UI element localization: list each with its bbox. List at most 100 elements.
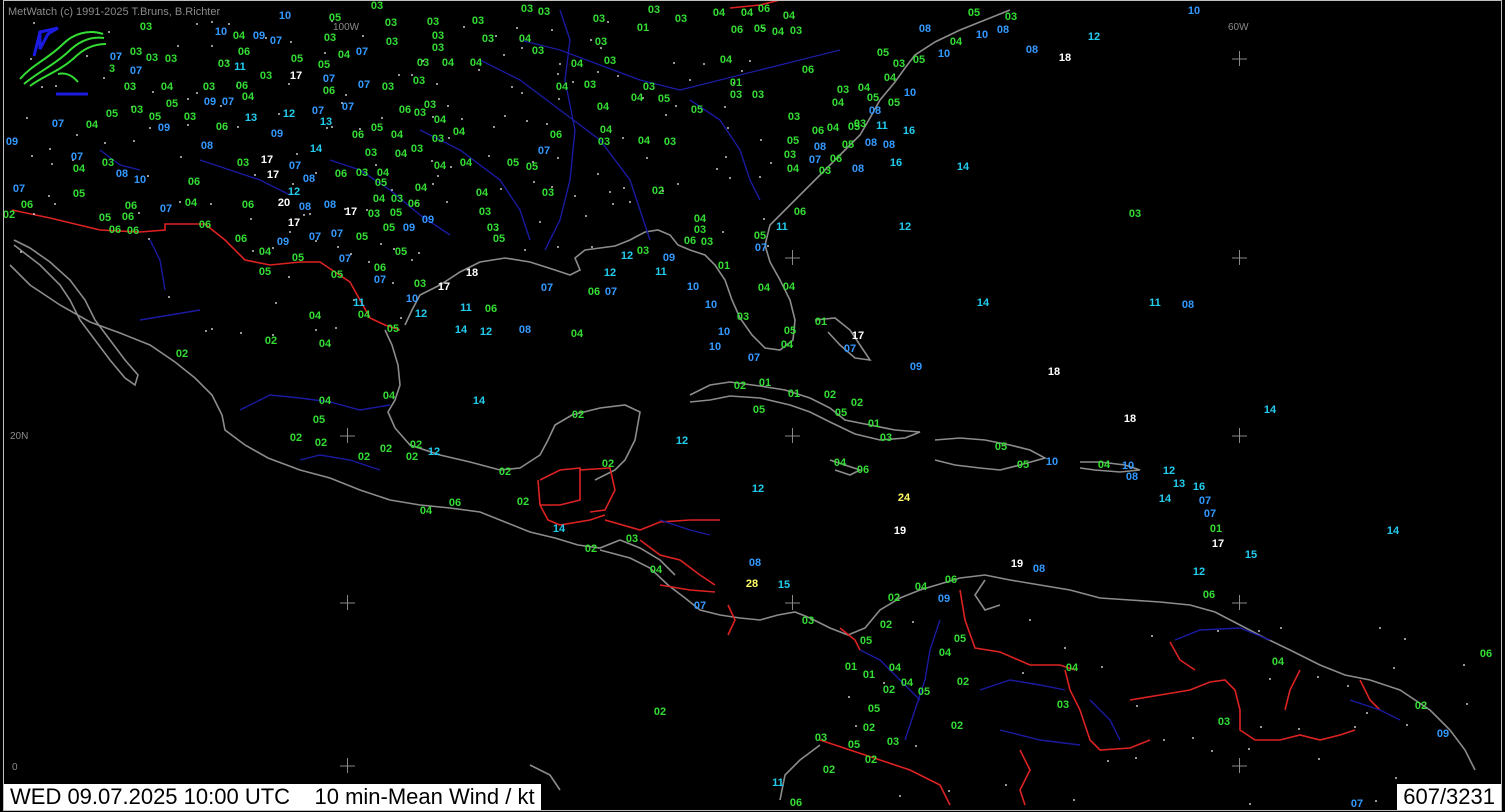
wind-value: 3: [109, 63, 115, 75]
wind-value: 12: [283, 108, 295, 120]
wind-value: 10: [687, 281, 699, 293]
wind-value: 03: [893, 58, 905, 70]
wind-value: 06: [335, 168, 347, 180]
wind-value: 04: [631, 92, 644, 104]
wind-value: 02: [602, 458, 614, 470]
station-dot: [597, 173, 599, 175]
wind-value: 03: [356, 167, 368, 179]
wind-value: 04: [1272, 656, 1285, 668]
wind-value: 03: [385, 17, 397, 29]
station-dot: [168, 296, 170, 298]
wind-value: 02: [865, 754, 877, 766]
wind-value: 08: [883, 139, 895, 151]
wind-value: 05: [166, 98, 178, 110]
rivers-states: [99, 9, 1401, 746]
station-dot: [362, 35, 364, 37]
station-dot: [51, 163, 53, 165]
wind-value: 05: [371, 122, 383, 134]
station-dot: [665, 114, 667, 116]
wind-value: 04: [889, 662, 902, 674]
station-dot: [1395, 777, 1397, 779]
wind-value: 03: [432, 42, 444, 54]
wind-value: 03: [411, 143, 423, 155]
station-dot: [557, 157, 559, 159]
wind-value: 05: [754, 230, 766, 242]
wind-value: 12: [604, 267, 616, 279]
wind-value: 03: [521, 3, 533, 15]
wind-value: 03: [432, 133, 444, 145]
wind-value: 07: [358, 79, 370, 91]
wind-value: 03: [701, 236, 713, 248]
wind-value: 04: [434, 160, 447, 172]
wind-value: 17: [852, 330, 864, 342]
wind-value: 19: [1011, 558, 1023, 570]
wind-value: 12: [1163, 465, 1175, 477]
wind-value: 06: [684, 235, 696, 247]
wind-value: 04: [185, 197, 198, 209]
wind-value: 09: [271, 128, 283, 140]
wind-value: 03: [102, 157, 114, 169]
wind-value: 02: [652, 185, 664, 197]
wind-value: 05: [318, 59, 330, 71]
station-dot: [205, 330, 207, 332]
wind-value: 01: [637, 22, 649, 34]
wind-value: 01: [845, 661, 857, 673]
station-dot: [1393, 667, 1395, 669]
wind-value: 02: [380, 443, 392, 455]
wind-value: 10: [976, 29, 988, 41]
station-dot: [432, 183, 434, 185]
wind-value: 07: [52, 118, 64, 130]
wind-value: 05: [787, 135, 799, 147]
station-dot: [1375, 800, 1377, 802]
wind-value: 04: [415, 182, 428, 194]
wind-value: 07: [309, 231, 321, 243]
wind-value: 05: [868, 703, 880, 715]
wind-value: 03: [538, 6, 550, 18]
wind-value: 04: [834, 457, 847, 469]
station-dot: [759, 176, 761, 178]
wind-value: 06: [588, 286, 600, 298]
station-dot: [1029, 619, 1031, 621]
station-dot: [290, 41, 292, 43]
wind-value: 06: [1203, 589, 1215, 601]
wind-value: 17: [288, 217, 300, 229]
wind-value: 09: [277, 236, 289, 248]
station-dot: [551, 29, 553, 31]
station-dot: [315, 172, 317, 174]
wind-value: 03: [887, 736, 899, 748]
wind-value: 04: [650, 564, 663, 576]
wind-value: 04: [259, 246, 272, 258]
wind-value: 08: [852, 163, 864, 175]
wind-value: 28: [746, 578, 758, 590]
wind-value: 10: [1188, 5, 1200, 17]
station-dot: [138, 212, 140, 214]
wind-value: 04: [783, 10, 796, 22]
wind-value: 07: [289, 160, 301, 172]
station-dot: [749, 60, 751, 62]
map-canvas[interactable]: 10 05 03 03 03 03 03 03 03 03 01 03 04 04 06 04 06 05 04 03…: [0, 0, 1505, 812]
wind-value: 07: [270, 35, 282, 47]
station-dot: [1064, 647, 1066, 649]
station-dot: [675, 105, 677, 107]
wind-value: 10: [279, 10, 291, 22]
station-dot: [539, 221, 541, 223]
station-dot: [590, 39, 592, 41]
wind-value: 03: [1129, 208, 1141, 220]
wind-value: 03: [626, 533, 638, 545]
station-dot: [324, 52, 326, 54]
wind-value: 09: [422, 214, 434, 226]
station-dot: [1163, 739, 1165, 741]
wind-value: 14: [553, 523, 566, 535]
wind-value: 09: [204, 96, 216, 108]
wind-value: 11: [772, 777, 784, 789]
wind-value: 08: [519, 324, 531, 336]
station-dot: [292, 183, 294, 185]
wind-value: 03: [413, 75, 425, 87]
wind-value: 13: [320, 116, 332, 128]
wind-value: 04: [781, 339, 794, 351]
wind-value: 03: [146, 52, 158, 64]
wind-value: 04: [460, 157, 473, 169]
wind-value: 04: [391, 129, 404, 141]
station-dot: [1248, 748, 1250, 750]
wind-value: 03: [1218, 716, 1230, 728]
